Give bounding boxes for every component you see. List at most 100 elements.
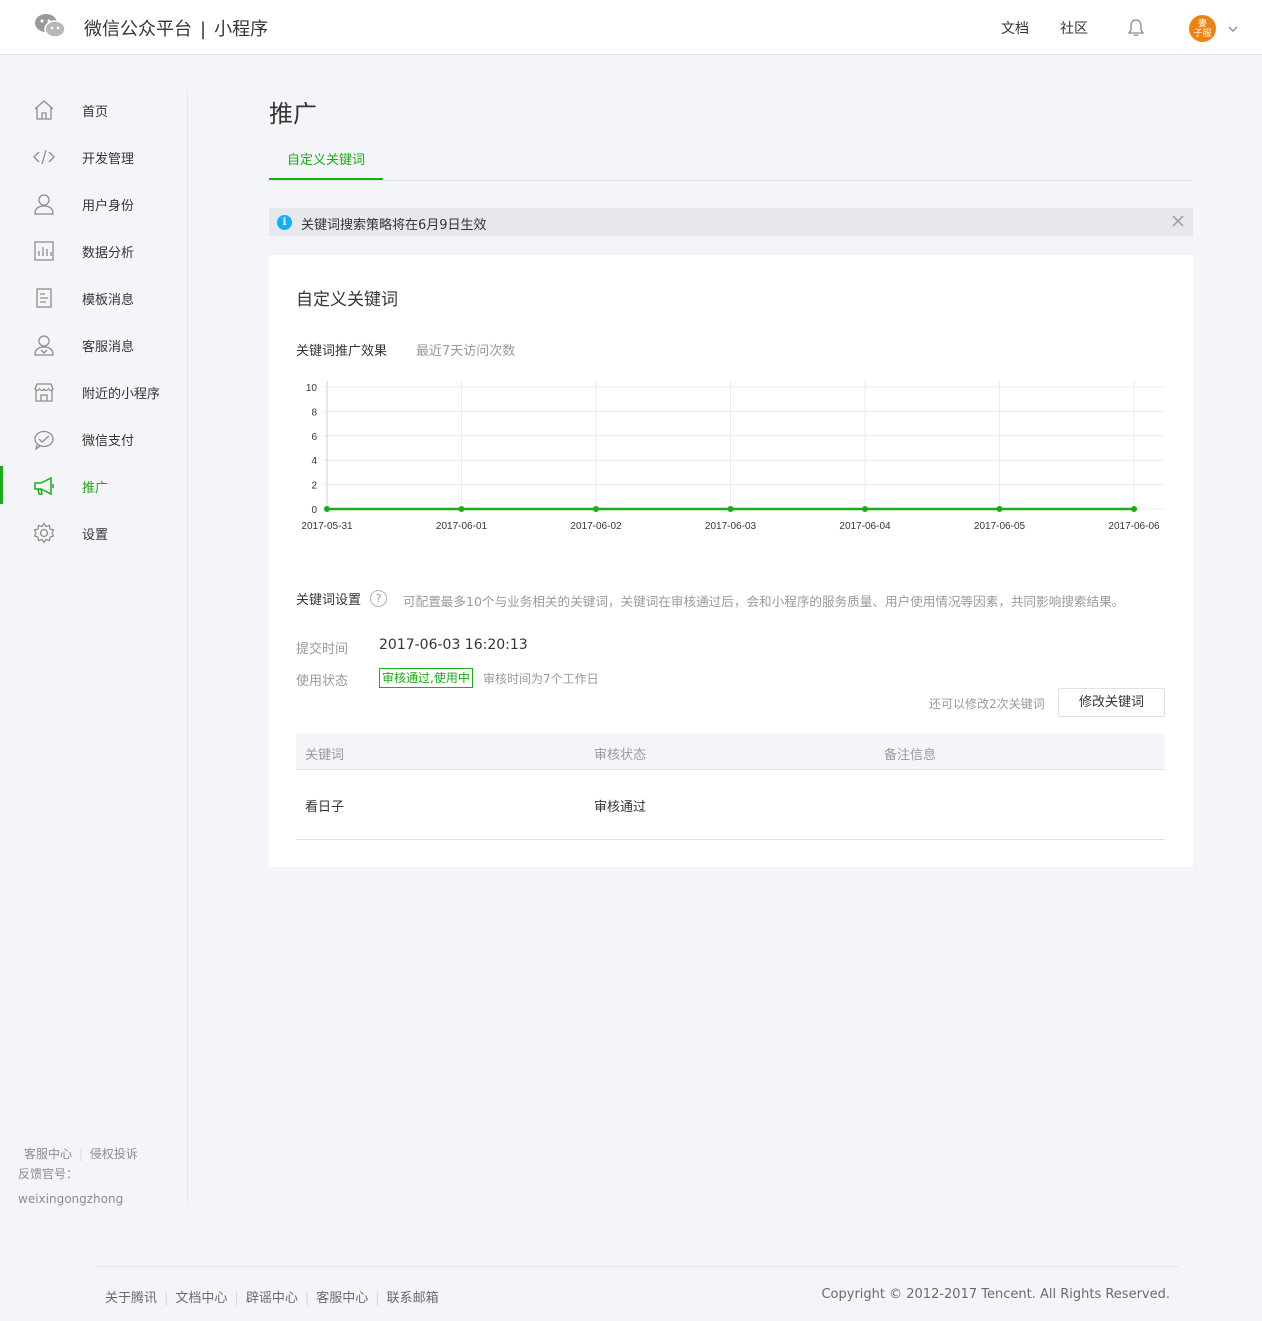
docs-link[interactable]: 文档	[1001, 18, 1029, 38]
gear-icon	[33, 522, 55, 544]
home-icon	[33, 99, 55, 121]
y-tick-label: 10	[306, 383, 318, 394]
platform-name: 微信公众平台	[84, 19, 192, 40]
chart-label: 关键词推广效果	[296, 344, 388, 359]
close-icon[interactable]	[1171, 213, 1185, 232]
product-name: 小程序	[214, 19, 269, 40]
y-tick-label: 8	[311, 407, 317, 418]
data-point	[862, 506, 868, 512]
data-point	[324, 506, 330, 512]
card-title: 自定义关键词	[296, 290, 398, 310]
sidebar-item-template-message[interactable]: 模板消息	[0, 278, 187, 318]
sidebar-item-wechat-pay[interactable]: 微信支付	[0, 419, 187, 459]
footer-link-service[interactable]: 客服中心	[316, 1291, 368, 1306]
complaint-link[interactable]: 侵权投诉	[90, 1147, 138, 1161]
sidebar-item-label: 附近的小程序	[82, 387, 161, 402]
data-point	[458, 506, 465, 512]
tab-custom-keywords[interactable]: 自定义关键词	[269, 146, 383, 180]
sidebar-item-label: 设置	[82, 528, 109, 543]
feedback-account: weixingongzhong	[18, 1192, 124, 1206]
table-row: 看日子 审核通过	[296, 770, 1165, 840]
table-header: 关键词 审核状态 备注信息	[296, 734, 1165, 770]
data-point	[996, 506, 1003, 512]
column-header-keyword: 关键词	[305, 748, 345, 763]
notice-text: 关键词搜索策略将在6月9日生效	[301, 218, 487, 233]
sidebar-item-label: 客服消息	[82, 340, 135, 355]
y-tick-label: 0	[311, 505, 317, 516]
page-title: 推广	[269, 100, 317, 128]
edit-keywords-button[interactable]: 修改关键词	[1058, 688, 1165, 717]
x-tick-label: 2017-06-02	[570, 521, 622, 532]
submit-time-value: 2017-06-03 16:20:13	[379, 637, 528, 653]
keyword-table: 关键词 审核状态 备注信息 看日子 审核通过	[296, 734, 1165, 840]
avatar[interactable]: 妻 子服	[1189, 15, 1216, 42]
y-tick-label: 6	[311, 432, 317, 443]
link-separator: |	[234, 1291, 239, 1306]
footer-link-email[interactable]: 联系邮箱	[387, 1291, 439, 1306]
info-icon: i	[277, 215, 292, 230]
user-icon	[33, 193, 55, 215]
chevron-down-icon[interactable]	[1227, 19, 1239, 38]
remaining-edits: 还可以修改2次关键词	[929, 697, 1045, 711]
document-icon	[33, 287, 55, 309]
megaphone-icon	[33, 475, 55, 497]
sidebar: 首页 开发管理 用户身份 数据分析 模板消息 客服消息 附近的小程序 微信支付 …	[0, 90, 188, 1206]
status-badge: 审核通过,使用中	[379, 668, 473, 688]
x-tick-label: 2017-06-01	[436, 521, 488, 532]
review-time-note: 审核时间为7个工作日	[483, 672, 599, 686]
sidebar-item-label: 开发管理	[82, 152, 135, 167]
sidebar-item-analytics[interactable]: 数据分析	[0, 231, 187, 271]
status-label: 使用状态	[296, 674, 349, 689]
store-icon	[33, 381, 55, 403]
footer-link-about[interactable]: 关于腾讯	[105, 1291, 157, 1306]
active-indicator	[0, 466, 3, 504]
y-tick-label: 4	[311, 456, 317, 467]
column-header-notes: 备注信息	[884, 748, 937, 763]
footer-links: 关于腾讯 | 文档中心 | 辟谣中心 | 客服中心 | 联系邮箱	[105, 1287, 439, 1306]
code-icon	[33, 146, 55, 168]
footer-divider	[96, 1266, 1180, 1267]
chart-subtitle: 最近7天访问次数	[416, 344, 516, 359]
data-point	[727, 506, 734, 512]
app-title[interactable]: 微信公众平台 | 小程序	[84, 15, 268, 41]
link-separator: |	[375, 1291, 380, 1306]
cell-keyword: 看日子	[305, 800, 345, 815]
x-tick-label: 2017-06-03	[705, 521, 757, 532]
x-tick-label: 2017-06-04	[839, 521, 891, 532]
sidebar-item-customer-service[interactable]: 客服消息	[0, 325, 187, 365]
sidebar-item-label: 推广	[82, 481, 109, 496]
sidebar-item-label: 数据分析	[82, 246, 135, 261]
sidebar-item-label: 微信支付	[82, 434, 135, 449]
service-center-link[interactable]: 客服中心	[24, 1147, 72, 1161]
payment-icon	[33, 428, 55, 451]
tab-bar: 自定义关键词	[269, 146, 1193, 181]
top-header: 微信公众平台 | 小程序 文档 社区 妻 子服	[0, 0, 1262, 55]
link-separator: |	[164, 1291, 169, 1306]
question-icon[interactable]: ?	[370, 590, 387, 607]
wechat-logo-icon[interactable]	[34, 12, 66, 44]
sidebar-item-dev[interactable]: 开发管理	[0, 137, 187, 177]
sidebar-item-home[interactable]: 首页	[0, 90, 187, 130]
sidebar-item-user-identity[interactable]: 用户身份	[0, 184, 187, 224]
footer-link-docs[interactable]: 文档中心	[175, 1291, 227, 1306]
sidebar-item-nearby[interactable]: 附近的小程序	[0, 372, 187, 412]
sidebar-item-label: 首页	[82, 105, 109, 120]
bar-chart-icon	[33, 240, 55, 262]
customer-service-icon	[33, 334, 55, 356]
cell-review-status: 审核通过	[594, 800, 647, 815]
y-tick-label: 2	[311, 481, 317, 492]
column-header-review-status: 审核状态	[594, 748, 647, 763]
title-separator: |	[200, 19, 207, 40]
x-tick-label: 2017-06-05	[974, 521, 1026, 532]
sidebar-item-settings[interactable]: 设置	[0, 513, 187, 553]
sidebar-item-promotion[interactable]: 推广	[0, 466, 187, 506]
keyword-setting-label: 关键词设置	[296, 593, 362, 608]
avatar-text-line1: 妻	[1197, 19, 1207, 29]
bell-icon[interactable]	[1127, 19, 1145, 41]
link-separator: |	[78, 1147, 83, 1161]
x-tick-label: 2017-05-31	[301, 521, 353, 532]
avatar-text-line2: 子服	[1193, 29, 1212, 39]
community-link[interactable]: 社区	[1060, 18, 1088, 38]
footer-link-rumor[interactable]: 辟谣中心	[246, 1291, 298, 1306]
line-chart: 0 2 4 6 8 10 2017-05-31 2017-06-01 2017-06-02 201…	[301, 381, 1165, 532]
